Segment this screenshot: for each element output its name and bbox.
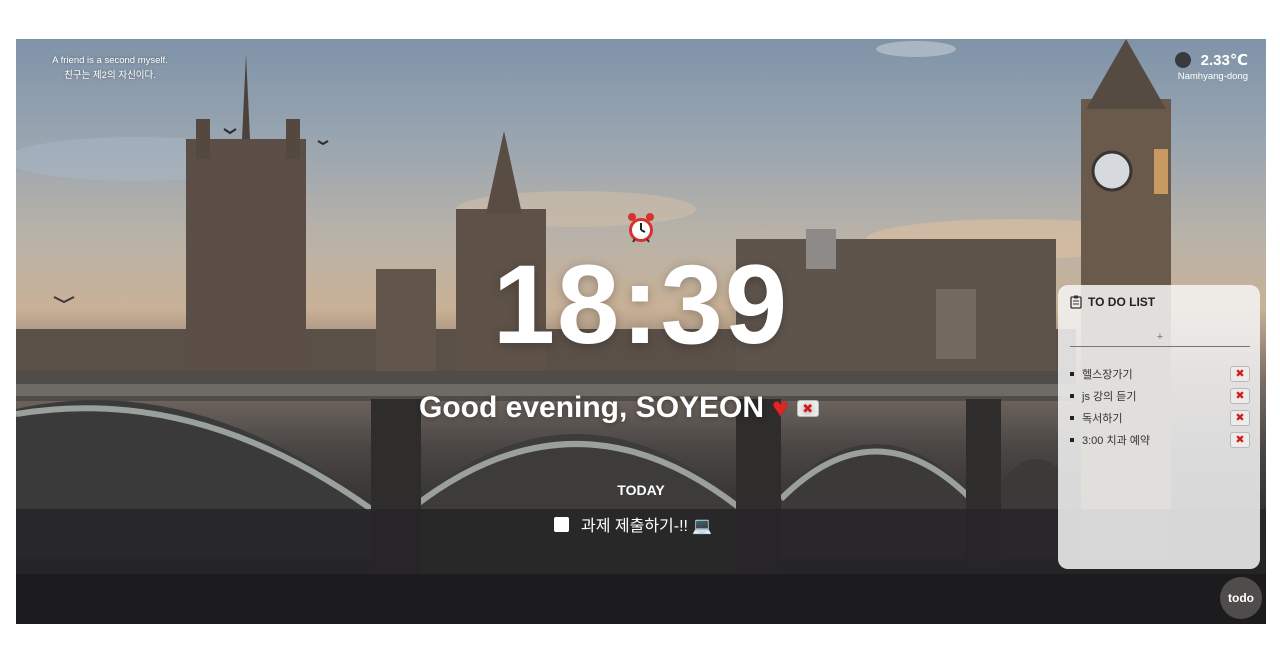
bullet-icon [1070, 416, 1074, 420]
clipboard-icon [1070, 295, 1082, 309]
quote-korean: 친구는 제2의 자신이다. [64, 70, 156, 81]
weather-widget: 2.33℃ Namhyang-dong [1174, 51, 1248, 82]
greeting-text: Good evening, SOYEON [419, 391, 765, 424]
bullet-icon [1070, 372, 1074, 376]
heart-icon: ♥ [772, 392, 789, 423]
quote-english: A friend is a second myself. [52, 55, 168, 66]
greeting: Good evening, SOYEON ♥ ✖ [419, 391, 819, 425]
todo-toggle-button[interactable]: todo [1220, 577, 1262, 619]
todo-item-label: 3:00 치과 예약 [1082, 435, 1151, 447]
today-checkbox[interactable] [554, 516, 569, 532]
todo-item-label: 헬스장가기 [1082, 369, 1133, 381]
delete-todo-button[interactable]: ✖ [1230, 432, 1250, 448]
bullet-icon [1070, 394, 1074, 398]
list-item: 헬스장가기 ✖ [1070, 363, 1250, 385]
delete-todo-button[interactable]: ✖ [1230, 366, 1250, 382]
background-screen: A friend is a second myself. 친구는 제2의 자신이… [16, 39, 1266, 624]
delete-name-button[interactable]: ✖ [796, 399, 819, 417]
weather-location: Namhyang-dong [1177, 71, 1248, 82]
today-item-label: 과제 제출하기-!! 💻 [581, 518, 713, 535]
list-item: 3:00 치과 예약 ✖ [1070, 429, 1250, 451]
temperature: 2.33℃ [1200, 52, 1248, 69]
delete-todo-button[interactable]: ✖ [1230, 388, 1250, 404]
todo-item-label: 독서하기 [1082, 413, 1123, 425]
todo-item-label: js 강의 듣기 [1082, 391, 1137, 403]
todo-panel: TO DO LIST 헬스장가기 ✖ js 강의 듣기 ✖ 독서하기 ✖ 3:0… [1058, 285, 1260, 569]
list-item: js 강의 듣기 ✖ [1070, 385, 1250, 407]
todo-input[interactable] [1070, 327, 1250, 347]
delete-todo-button[interactable]: ✖ [1230, 410, 1250, 426]
todo-header: TO DO LIST [1070, 295, 1155, 309]
weather-icon [1174, 52, 1191, 68]
alarm-clock-icon [628, 213, 654, 243]
bullet-icon [1070, 438, 1074, 442]
quote: A friend is a second myself. 친구는 제2의 자신이… [30, 53, 190, 83]
today-item: 과제 제출하기-!! 💻 [554, 512, 712, 536]
list-item: 독서하기 ✖ [1070, 407, 1250, 429]
todo-title: TO DO LIST [1088, 295, 1156, 309]
todo-list: 헬스장가기 ✖ js 강의 듣기 ✖ 독서하기 ✖ 3:00 치과 예약 ✖ [1070, 363, 1250, 451]
